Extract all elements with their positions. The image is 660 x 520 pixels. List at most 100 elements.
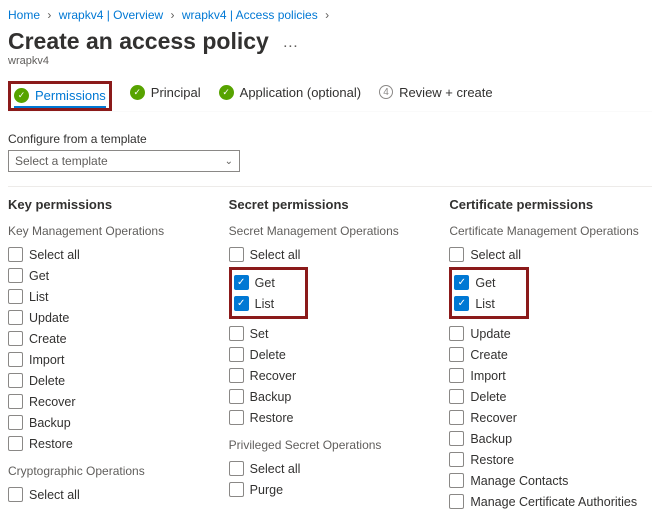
key-list[interactable]: List: [8, 286, 211, 307]
option-label: Select all: [250, 248, 301, 262]
checkbox-icon: [8, 394, 23, 409]
checkbox-icon: [8, 436, 23, 451]
secret-delete[interactable]: Delete: [229, 344, 432, 365]
step-application[interactable]: Application (optional): [219, 85, 361, 108]
option-label: Get: [475, 276, 495, 290]
breadcrumb-access-policies[interactable]: wrapkv4 | Access policies: [182, 8, 318, 22]
cert-manage-contacts[interactable]: Manage Contacts: [449, 470, 652, 491]
option-label: Recover: [29, 395, 76, 409]
option-label: Restore: [470, 453, 514, 467]
checkbox-icon: [8, 247, 23, 262]
secret-recover[interactable]: Recover: [229, 365, 432, 386]
option-label: Set: [250, 327, 269, 341]
option-label: Manage Certificate Authorities: [470, 495, 637, 509]
cert-permissions-heading: Certificate permissions: [449, 197, 652, 212]
key-get[interactable]: Get: [8, 265, 211, 286]
option-label: Restore: [29, 437, 73, 451]
key-restore[interactable]: Restore: [8, 433, 211, 454]
option-label: Create: [29, 332, 67, 346]
option-label: Delete: [470, 390, 506, 404]
resource-name: wrapkv4: [8, 55, 652, 67]
checkbox-checked-icon: [234, 275, 249, 290]
option-label: Delete: [29, 374, 65, 388]
chevron-right-icon: ›: [171, 8, 175, 22]
key-delete[interactable]: Delete: [8, 370, 211, 391]
checkbox-icon: [8, 268, 23, 283]
option-label: Manage Contacts: [470, 474, 568, 488]
breadcrumb-home[interactable]: Home: [8, 8, 40, 22]
checkbox-icon: [8, 331, 23, 346]
cert-select-all[interactable]: Select all: [449, 244, 652, 265]
step-principal[interactable]: Principal: [130, 85, 201, 108]
key-crypto-select-all[interactable]: Select all: [8, 484, 211, 505]
checkbox-icon: [449, 494, 464, 509]
secret-set[interactable]: Set: [229, 323, 432, 344]
key-backup[interactable]: Backup: [8, 412, 211, 433]
option-label: Recover: [250, 369, 297, 383]
option-label: Get: [255, 276, 275, 290]
secret-restore[interactable]: Restore: [229, 407, 432, 428]
more-icon[interactable]: …: [282, 34, 299, 52]
cert-update[interactable]: Update: [449, 323, 652, 344]
secret-backup[interactable]: Backup: [229, 386, 432, 407]
check-icon: [130, 85, 145, 100]
option-label: List: [255, 297, 274, 311]
cert-list[interactable]: List: [454, 293, 495, 314]
option-label: Purge: [250, 483, 283, 497]
breadcrumb-overview[interactable]: wrapkv4 | Overview: [59, 8, 163, 22]
secret-purge[interactable]: Purge: [229, 479, 432, 500]
option-label: Recover: [470, 411, 517, 425]
template-label: Configure from a template: [8, 132, 652, 146]
secret-priv-select-all[interactable]: Select all: [229, 458, 432, 479]
key-permissions-heading: Key permissions: [8, 197, 211, 212]
checkbox-icon: [229, 347, 244, 362]
key-recover[interactable]: Recover: [8, 391, 211, 412]
checkbox-checked-icon: [454, 275, 469, 290]
chevron-right-icon: ›: [47, 8, 51, 22]
secret-get[interactable]: Get: [234, 272, 275, 293]
cert-recover[interactable]: Recover: [449, 407, 652, 428]
checkbox-icon: [449, 473, 464, 488]
page-title: Create an access policy: [8, 28, 269, 55]
highlight-cert-get-list: Get List: [449, 267, 528, 319]
checkbox-icon: [229, 482, 244, 497]
cert-import[interactable]: Import: [449, 365, 652, 386]
step-label: Application (optional): [240, 85, 361, 100]
cert-manage-cas[interactable]: Manage Certificate Authorities: [449, 491, 652, 512]
option-label: Select all: [29, 248, 80, 262]
checkbox-icon: [8, 415, 23, 430]
checkbox-icon: [449, 410, 464, 425]
cert-create[interactable]: Create: [449, 344, 652, 365]
cert-get[interactable]: Get: [454, 272, 495, 293]
cert-restore[interactable]: Restore: [449, 449, 652, 470]
key-create[interactable]: Create: [8, 328, 211, 349]
secret-list[interactable]: List: [234, 293, 275, 314]
checkbox-icon: [8, 487, 23, 502]
checkbox-icon: [449, 326, 464, 341]
cert-backup[interactable]: Backup: [449, 428, 652, 449]
checkbox-icon: [229, 247, 244, 262]
option-label: Select all: [29, 488, 80, 502]
key-update[interactable]: Update: [8, 307, 211, 328]
cert-delete[interactable]: Delete: [449, 386, 652, 407]
option-label: Create: [470, 348, 508, 362]
option-label: List: [29, 290, 48, 304]
template-placeholder: Select a template: [15, 154, 108, 168]
secret-select-all[interactable]: Select all: [229, 244, 432, 265]
template-select[interactable]: Select a template ⌄: [8, 150, 240, 172]
key-import[interactable]: Import: [8, 349, 211, 370]
option-label: Update: [470, 327, 510, 341]
option-label: Get: [29, 269, 49, 283]
checkbox-icon: [449, 347, 464, 362]
checkbox-icon: [229, 461, 244, 476]
step-permissions[interactable]: Permissions: [14, 88, 106, 108]
checkbox-icon: [449, 389, 464, 404]
step-review[interactable]: 4 Review + create: [379, 85, 493, 108]
cert-mgmt-label: Certificate Management Operations: [449, 224, 652, 238]
checkbox-checked-icon: [454, 296, 469, 311]
secret-priv-label: Privileged Secret Operations: [229, 438, 432, 452]
option-label: Delete: [250, 348, 286, 362]
key-select-all[interactable]: Select all: [8, 244, 211, 265]
option-label: Select all: [250, 462, 301, 476]
checkbox-icon: [8, 289, 23, 304]
